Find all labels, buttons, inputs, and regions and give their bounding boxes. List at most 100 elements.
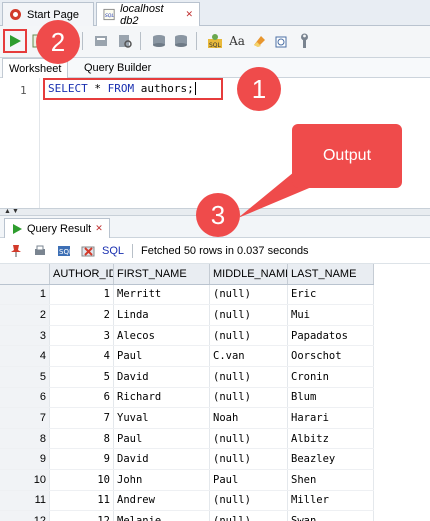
result-grid: AUTHOR_ID FIRST_NAME MIDDLE_NAME LAST_NA… (0, 264, 374, 521)
first-name-cell[interactable]: David (114, 449, 210, 469)
rollback-button[interactable] (170, 30, 192, 52)
change-case-button[interactable]: Aa (226, 30, 248, 52)
author-id-cell[interactable]: 5 (50, 366, 114, 387)
middle-name-cell[interactable]: (null) (210, 428, 288, 449)
middle-name-cell[interactable]: (null) (210, 284, 288, 305)
column-header[interactable]: FIRST_NAME (114, 264, 210, 284)
eraser-icon (254, 36, 265, 47)
line-gutter: 1 (0, 78, 40, 208)
last-name-cell[interactable]: Mui (288, 305, 374, 325)
output-callout: Output (292, 124, 402, 188)
last-name-cell[interactable]: Albitz (288, 428, 374, 449)
author-id-cell[interactable]: 2 (50, 305, 114, 325)
last-name-cell[interactable]: Cronin (288, 366, 374, 387)
print-icon (35, 245, 45, 255)
author-id-cell[interactable]: 1 (50, 284, 114, 305)
first-name-cell[interactable]: John (114, 469, 210, 490)
author-id-cell[interactable]: 6 (50, 387, 114, 408)
author-id-cell[interactable]: 4 (50, 346, 114, 366)
tools-button[interactable] (294, 30, 316, 52)
first-name-cell[interactable]: Richard (114, 387, 210, 408)
table-row[interactable]: 4 4 Paul C.van Oorschot (0, 346, 374, 367)
middle-name-cell[interactable]: Noah (210, 408, 288, 428)
close-icon[interactable]: ✕ (185, 9, 193, 20)
first-name-cell[interactable]: Melanie (114, 511, 210, 521)
svg-text:SQL: SQL (105, 13, 115, 19)
step-badge-3: 3 (196, 193, 240, 237)
sql-link[interactable]: SQL (102, 245, 124, 257)
author-id-cell[interactable]: 8 (50, 428, 114, 449)
author-id-cell[interactable]: 7 (50, 408, 114, 428)
table-row[interactable]: 7 7 Yuval Noah Harari (0, 408, 374, 429)
table-row[interactable]: 5 5 David (null) Cronin (0, 366, 374, 388)
first-name-cell[interactable]: Paul (114, 346, 210, 366)
print-button[interactable] (32, 243, 48, 259)
collapse-up-icon[interactable]: ▲ (4, 208, 11, 215)
refresh-button[interactable]: SQL (56, 243, 72, 259)
middle-name-cell[interactable]: (null) (210, 387, 288, 408)
middle-name-cell[interactable]: Paul (210, 469, 288, 490)
middle-name-cell[interactable]: C.van (210, 346, 288, 366)
first-name-cell[interactable]: David (114, 366, 210, 387)
clear-button[interactable] (248, 30, 270, 52)
column-header[interactable]: MIDDLE_NAME (210, 264, 288, 284)
column-header[interactable]: AUTHOR_ID (50, 264, 114, 284)
table-row[interactable]: 6 6 Richard (null) Blum (0, 387, 374, 409)
first-name-cell[interactable]: Alecos (114, 325, 210, 346)
table-row[interactable]: 2 2 Linda (null) Mui (0, 305, 374, 326)
tab-query-result[interactable]: Query Result ✕ (4, 218, 110, 238)
author-id-cell[interactable]: 12 (50, 511, 114, 521)
middle-name-cell[interactable]: (null) (210, 366, 288, 387)
middle-name-cell[interactable]: (null) (210, 490, 288, 511)
tab-query-builder[interactable]: Query Builder (78, 58, 157, 78)
first-name-cell[interactable]: Merritt (114, 284, 210, 305)
row-number: 2 (0, 305, 50, 325)
last-name-cell[interactable]: Harari (288, 408, 374, 428)
table-row[interactable]: 9 9 David (null) Beazley (0, 449, 374, 470)
row-number: 8 (0, 428, 50, 449)
author-id-cell[interactable]: 3 (50, 325, 114, 346)
tab-localhost-db2[interactable]: SQL localhost db2 ✕ (96, 2, 200, 27)
history-button[interactable] (270, 30, 292, 52)
last-name-cell[interactable]: Blum (288, 387, 374, 408)
table-row[interactable]: 10 10 John Paul Shen (0, 469, 374, 491)
last-name-cell[interactable]: Beazley (288, 449, 374, 469)
table-row[interactable]: 11 11 Andrew (null) Miller (0, 490, 374, 512)
row-number: 10 (0, 469, 50, 490)
autotrace-button[interactable] (90, 30, 112, 52)
commit-button[interactable] (148, 30, 170, 52)
svg-text:SQL: SQL (209, 42, 222, 49)
author-id-cell[interactable]: 10 (50, 469, 114, 490)
row-number: 11 (0, 490, 50, 511)
last-name-cell[interactable]: Miller (288, 490, 374, 511)
row-number: 6 (0, 387, 50, 408)
last-name-cell[interactable]: Eric (288, 284, 374, 305)
first-name-cell[interactable]: Andrew (114, 490, 210, 511)
middle-name-cell[interactable]: (null) (210, 305, 288, 325)
table-row[interactable]: 8 8 Paul (null) Albitz (0, 428, 374, 450)
middle-name-cell[interactable]: (null) (210, 449, 288, 469)
close-icon[interactable]: ✕ (95, 223, 103, 234)
table-row[interactable]: 3 3 Alecos (null) Papadatos (0, 325, 374, 347)
last-name-cell[interactable]: Oorschot (288, 346, 374, 366)
last-name-cell[interactable]: Swan (288, 511, 374, 521)
cancel-icon (81, 246, 95, 256)
explain-plan-button[interactable] (114, 30, 136, 52)
middle-name-cell[interactable]: (null) (210, 325, 288, 346)
first-name-cell[interactable]: Paul (114, 428, 210, 449)
last-name-cell[interactable]: Papadatos (288, 325, 374, 346)
middle-name-cell[interactable]: (null) (210, 511, 288, 521)
sql-tuning-button[interactable]: SQL (204, 30, 226, 52)
last-name-cell[interactable]: Shen (288, 469, 374, 490)
first-name-cell[interactable]: Yuval (114, 408, 210, 428)
first-name-cell[interactable]: Linda (114, 305, 210, 325)
author-id-cell[interactable]: 9 (50, 449, 114, 469)
table-row[interactable]: 12 12 Melanie (null) Swan (0, 511, 374, 521)
author-id-cell[interactable]: 11 (50, 490, 114, 511)
row-number: 9 (0, 449, 50, 469)
collapse-down-icon[interactable]: ▼ (12, 208, 19, 215)
pin-button[interactable] (8, 243, 24, 259)
table-row[interactable]: 1 1 Merritt (null) Eric (0, 284, 374, 306)
cancel-button[interactable] (80, 243, 96, 259)
column-header[interactable]: LAST_NAME (288, 264, 374, 284)
